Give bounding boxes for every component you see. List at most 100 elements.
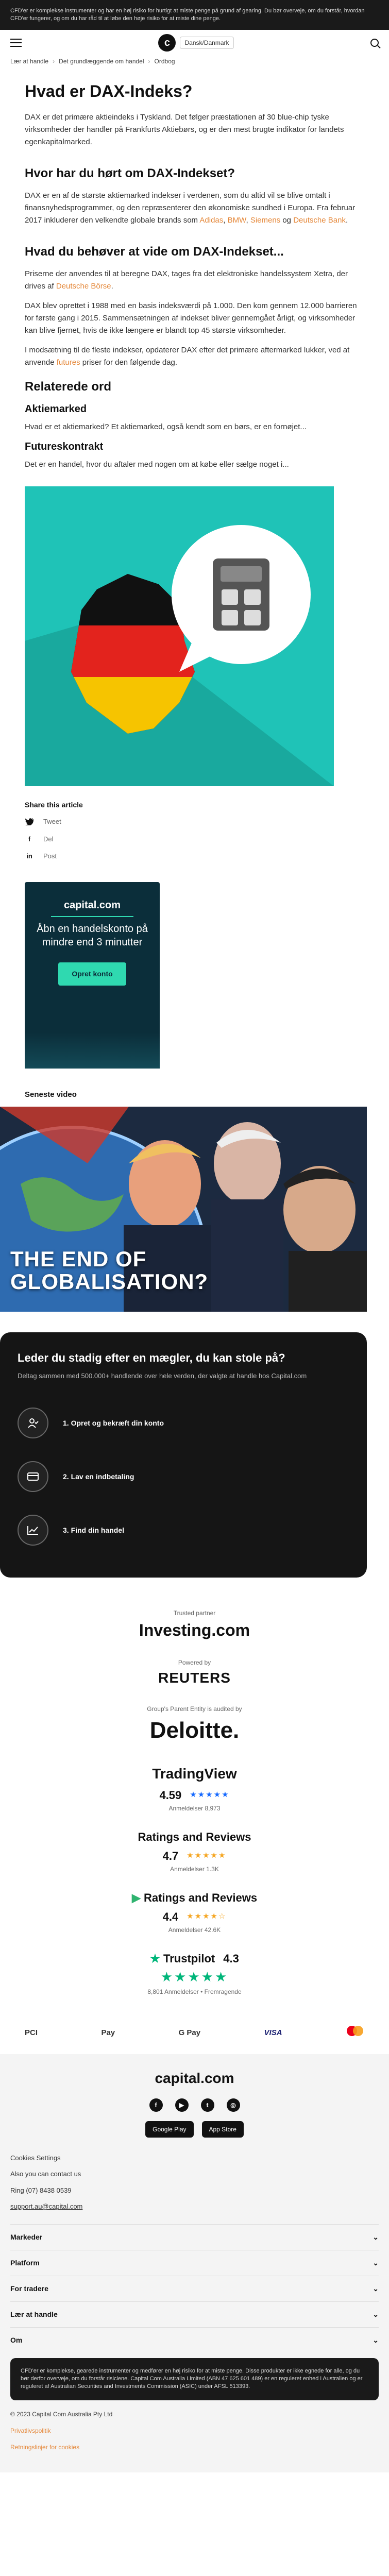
- rating-stars: ★★★★★: [187, 1851, 227, 1860]
- footer-section-label: Markeder: [10, 2232, 43, 2241]
- open-account-button[interactable]: Opret konto: [58, 962, 126, 986]
- chevron-down-icon: ⌄: [373, 2258, 379, 2267]
- apple-pay-label: Pay: [101, 2028, 115, 2037]
- wallet-icon: [18, 1461, 48, 1493]
- social-links: f ▶ t ◎: [10, 2098, 379, 2112]
- breadcrumb-item[interactable]: Det grundlæggende om handel: [59, 57, 144, 66]
- language-selector[interactable]: Dansk/Danmark: [180, 36, 234, 49]
- broker-cta-block: Leder du stadig efter en mægler, du kan …: [0, 1332, 367, 1578]
- phone-link[interactable]: Ring (07) 8438 0539: [10, 2185, 379, 2196]
- link-futures[interactable]: futures: [57, 358, 80, 367]
- intro-paragraph: DAX er det primære aktieindeks i Tysklan…: [25, 113, 344, 147]
- tradingview-reviews: Anmeldelser 8,973: [168, 1805, 221, 1812]
- heading-related: Relaterede ord: [25, 380, 112, 394]
- need-paragraph-3: I modsætning til de fleste indekser, opd…: [25, 344, 364, 369]
- cookie-settings-link[interactable]: Cookies Settings: [10, 2153, 379, 2163]
- cta-step[interactable]: 1. Opret og bekræft din konto: [18, 1396, 349, 1450]
- promo-decoration: [25, 1032, 160, 1069]
- facebook-icon[interactable]: f: [149, 2098, 163, 2112]
- top-navigation: c Dansk/Danmark: [0, 30, 389, 55]
- cta-step[interactable]: 3. Find din handel: [18, 1503, 349, 1557]
- breadcrumb-separator: ›: [148, 57, 150, 65]
- deloitte-logo: Deloitte.: [149, 1718, 240, 1743]
- chart-icon: [18, 1515, 48, 1546]
- footer-logo[interactable]: capital.com: [10, 2067, 379, 2089]
- trust-section: Trusted partner Investing.com Powered by…: [25, 1578, 364, 2012]
- google-ratings-label: Ratings and Reviews: [143, 1891, 258, 1905]
- footer-section-learn[interactable]: Lær at handle ⌄: [10, 2301, 379, 2327]
- link-siemens[interactable]: Siemens: [250, 216, 280, 225]
- footer-section-label: Lær at handle: [10, 2310, 58, 2318]
- footer-section-label: For tradere: [10, 2284, 48, 2293]
- breadcrumb-item[interactable]: Lær at handle: [10, 57, 48, 66]
- payment-methods: PCI Pay G Pay VISA: [0, 2012, 389, 2054]
- breadcrumb-item[interactable]: Ordbog: [155, 57, 175, 66]
- google-pay-logo: G Pay: [178, 2028, 201, 2037]
- twitter-icon[interactable]: t: [200, 2098, 214, 2112]
- promo-logo: capital.com: [63, 899, 121, 911]
- apple-pay-logo: Pay: [101, 2027, 115, 2039]
- tradingview-logo: TradingView: [152, 1766, 237, 1782]
- related-stock-market[interactable]: Aktiemarked: [25, 403, 364, 416]
- trustpilot-logo: ★ Trustpilot: [150, 1950, 215, 1967]
- email-link[interactable]: support.au@capital.com: [10, 2201, 379, 2212]
- link-deutsche-borse[interactable]: Deutsche Börse: [56, 282, 111, 291]
- footer-section-label: Platform: [10, 2258, 40, 2267]
- rating-value: 4.59: [159, 1789, 182, 1802]
- footer-section-about[interactable]: Om ⌄: [10, 2327, 379, 2353]
- rating-value: 4.7: [162, 1850, 179, 1863]
- google-reviews: Anmeldelser 42.6K: [168, 1926, 221, 1934]
- share-label: Del: [43, 835, 54, 843]
- instagram-icon[interactable]: ◎: [226, 2098, 240, 2112]
- investing-logo: Investing.com: [139, 1621, 250, 1640]
- video-caption: THE END OF GLOBALISATION?: [10, 1247, 208, 1293]
- video-thumbnail[interactable]: THE END OF GLOBALISATION?: [0, 1107, 367, 1312]
- google-rating: 4.4 ★★★★☆: [25, 1908, 364, 1925]
- related-futures[interactable]: Futureskontrakt: [25, 440, 364, 453]
- privacy-policy-link[interactable]: Privatlivspolitik: [10, 2426, 379, 2435]
- cookie-policy-link[interactable]: Retningslinjer for cookies: [10, 2443, 379, 2452]
- promo-text: Åbn en handelskonto på mindre end 3 minu…: [37, 923, 148, 948]
- share-label: Tweet: [43, 818, 61, 826]
- cta-step[interactable]: 2. Lav en indbetaling: [18, 1450, 349, 1503]
- cta-title: Leder du stadig efter en mægler, du kan …: [18, 1351, 285, 1365]
- tradingview-rating: 4.59 ★★★★★: [25, 1787, 364, 1804]
- cta-subtitle: Deltag sammen med 500.000+ handlende ove…: [18, 1371, 307, 1380]
- need-text-3-end: priser for den følgende dag.: [82, 358, 178, 367]
- search-icon[interactable]: [370, 38, 379, 47]
- trustpilot-name: Trustpilot: [163, 1952, 215, 1965]
- copyright: © 2023 Capital Com Australia Pty Ltd: [10, 2410, 113, 2418]
- related-futures-text: Det er en handel, hvor du aftaler med no…: [25, 460, 289, 469]
- link-bmw[interactable]: BMW: [228, 216, 246, 225]
- apple-ratings-title: Ratings and Reviews: [25, 1828, 364, 1845]
- share-facebook[interactable]: f Del: [25, 834, 364, 844]
- trustpilot-stars: ★★★★★: [160, 1969, 229, 1985]
- footer-bottom: © 2023 Capital Com Australia Pty Ltd Pri…: [10, 2410, 379, 2452]
- trusted-partner-label: Trusted partner: [173, 1609, 216, 1617]
- risk-warning-banner: CFD'er er komplekse instrumenter og har …: [0, 0, 389, 30]
- powered-by-label: Powered by: [178, 1659, 211, 1667]
- capital-logo[interactable]: c: [158, 33, 176, 52]
- share-twitter[interactable]: Tweet: [25, 817, 364, 827]
- apple-ratings-label: Ratings and Reviews: [138, 1831, 251, 1844]
- google-play-badge[interactable]: Google Play: [145, 2121, 194, 2138]
- footer-section-platform[interactable]: Platform ⌄: [10, 2249, 379, 2276]
- site-footer: capital.com f ▶ t ◎ Google Play App Stor…: [0, 2054, 389, 2472]
- hamburger-menu-icon[interactable]: [10, 38, 22, 47]
- youtube-icon[interactable]: ▶: [175, 2098, 189, 2112]
- footer-section-markets[interactable]: Markeder ⌄: [10, 2224, 379, 2250]
- share-linkedin[interactable]: in Post: [25, 851, 364, 861]
- link-deutsche-bank[interactable]: Deutsche Bank: [293, 216, 346, 225]
- apple-reviews: Anmeldelser 1.3K: [170, 1866, 219, 1873]
- chevron-down-icon: ⌄: [373, 2232, 379, 2241]
- link-adidas[interactable]: Adidas: [199, 216, 223, 225]
- facebook-icon: f: [28, 835, 31, 843]
- promo-banner[interactable]: capital.com Åbn en handelskonto på mindr…: [25, 882, 160, 1069]
- trustpilot-reviews: 8,801 Anmeldelser • Fremragende: [147, 1988, 242, 1996]
- app-store-badge[interactable]: App Store: [201, 2121, 244, 2138]
- rating-value: 4.3: [223, 1952, 239, 1965]
- linkedin-icon: in: [26, 852, 32, 860]
- footer-section-traders[interactable]: For tradere ⌄: [10, 2275, 379, 2301]
- need-paragraph-1: Priserne der anvendes til at beregne DAX…: [25, 269, 348, 291]
- legal-disclaimer: CFD'er er komplekse, gearede instrumente…: [10, 2358, 379, 2400]
